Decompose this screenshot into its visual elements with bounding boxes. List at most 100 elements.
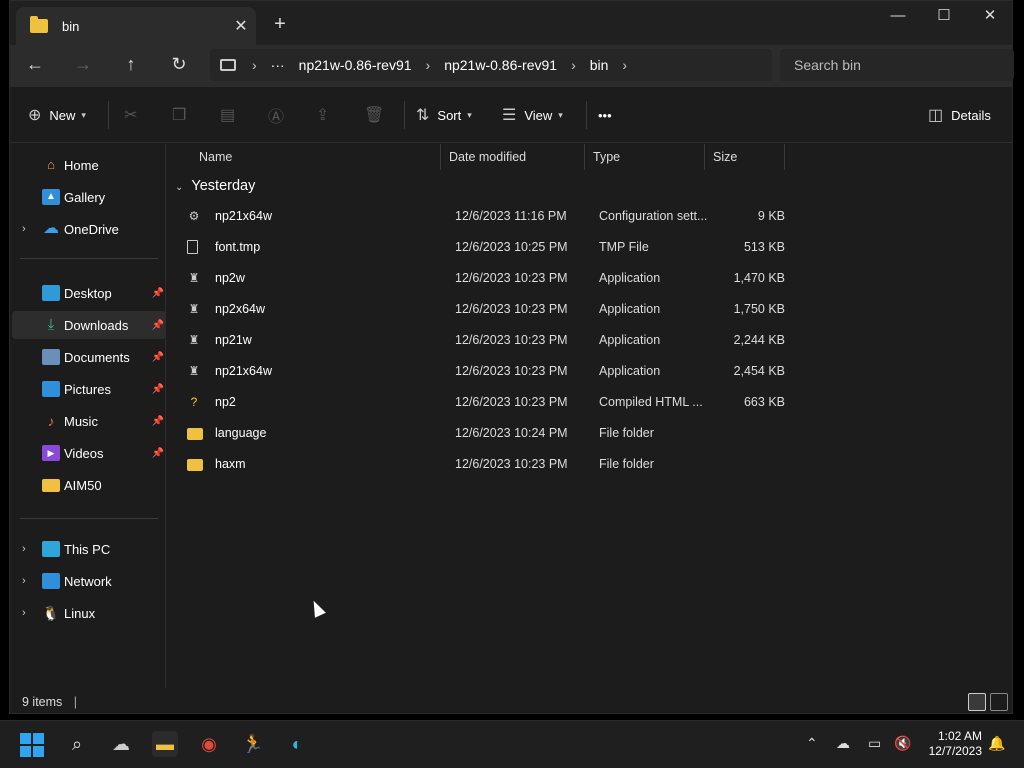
pc-icon <box>42 541 60 557</box>
details-label: Details <box>951 107 991 123</box>
status-separator: | <box>73 695 78 709</box>
pin-icon[interactable]: 📌 <box>152 352 164 363</box>
toolbar-divider <box>586 101 587 129</box>
up-button[interactable]: ↑ <box>116 53 146 77</box>
videos-icon: ▶ <box>42 445 60 461</box>
network-tray-icon[interactable]: ▭ <box>868 735 881 752</box>
widgets-icon[interactable]: ☁ <box>108 731 134 757</box>
sidebar-item-videos[interactable]: ▶ Videos 📌 <box>12 439 166 467</box>
breadcrumb-item[interactable]: np21w-0.86-rev91 <box>444 57 557 73</box>
file-row[interactable]: ♜ np21w 12/6/2023 10:23 PM Application 2… <box>179 325 789 355</box>
details-view-button[interactable] <box>968 693 986 711</box>
title-bar: bin ✕ + — ☐ ✕ <box>10 1 1012 45</box>
chevron-right-icon[interactable]: › <box>22 543 26 555</box>
column-header-date[interactable]: Date modified <box>441 144 585 170</box>
sidebar-item-aim50[interactable]: AIM50 <box>12 471 166 499</box>
clock-time: 1:02 AM <box>937 729 982 743</box>
sidebar-divider <box>20 518 158 519</box>
back-button[interactable]: ← <box>20 53 50 77</box>
network-icon <box>42 573 60 589</box>
sidebar-item-linux[interactable]: › 🐧 Linux <box>12 599 166 627</box>
copy-button[interactable]: ❐ <box>172 103 194 127</box>
close-window-button[interactable]: ✕ <box>967 5 1013 29</box>
pin-icon[interactable]: 📌 <box>152 320 164 331</box>
file-row[interactable]: ♜ np2x64w 12/6/2023 10:23 PM Application… <box>179 294 789 324</box>
breadcrumb-item[interactable]: bin <box>590 57 609 73</box>
notification-bell-icon[interactable]: 🔔 <box>988 735 1005 752</box>
pin-icon[interactable]: 📌 <box>152 448 164 459</box>
search-input[interactable]: Search bin <box>780 49 1014 81</box>
new-button[interactable]: ⊕ New ▾ <box>28 103 86 127</box>
address-bar[interactable]: › ··· np21w-0.86-rev91 › np21w-0.86-rev9… <box>210 49 772 81</box>
sidebar-item-downloads[interactable]: ⤓ Downloads 📌 <box>12 311 166 339</box>
group-header[interactable]: ⌄ Yesterday <box>175 178 255 194</box>
status-bar: 9 items | <box>10 689 1012 715</box>
tiles-view-button[interactable] <box>990 693 1008 711</box>
file-explorer-taskbar-icon[interactable]: ▬ <box>152 731 178 757</box>
onedrive-tray-icon[interactable]: ☁ <box>836 735 850 752</box>
chevron-down-icon: ▾ <box>81 109 86 120</box>
refresh-button[interactable]: ↻ <box>164 53 194 77</box>
sidebar-item-desktop[interactable]: Desktop 📌 <box>12 279 166 307</box>
file-row[interactable]: ⚙ np21x64w 12/6/2023 11:16 PM Configurat… <box>179 201 789 231</box>
breadcrumb-item[interactable]: np21w-0.86-rev91 <box>299 57 412 73</box>
file-row[interactable]: ? np2 12/6/2023 10:23 PM Compiled HTML .… <box>179 387 789 417</box>
edge-icon[interactable]: ◐ <box>284 731 310 757</box>
breadcrumb-more[interactable]: ··· <box>271 57 285 73</box>
search-icon[interactable]: ⌕ <box>64 731 90 757</box>
sidebar-item-documents[interactable]: Documents 📌 <box>12 343 166 371</box>
copy-icon: ❐ <box>172 107 187 124</box>
scissors-icon: ✂ <box>124 107 138 124</box>
details-button[interactable]: ◫ Details <box>928 103 991 127</box>
file-row[interactable]: ♜ np2w 12/6/2023 10:23 PM Application 1,… <box>179 263 789 293</box>
aim-icon[interactable]: 🏃 <box>240 731 266 757</box>
pin-icon[interactable]: 📌 <box>152 288 164 299</box>
chevron-right-icon[interactable]: › <box>22 607 26 619</box>
clock[interactable]: 1:02 AM 12/7/2023 <box>929 729 982 759</box>
app-icon: ♜ <box>188 302 200 316</box>
chrome-icon[interactable]: ◉ <box>196 731 222 757</box>
view-button[interactable]: ☰ View ▾ <box>502 103 563 127</box>
column-header-type[interactable]: Type <box>585 144 705 170</box>
minimize-button[interactable]: — <box>875 5 921 29</box>
sidebar-item-this-pc[interactable]: › This PC <box>12 535 166 563</box>
share-button[interactable]: ⇪ <box>316 103 337 127</box>
file-row[interactable]: ♜ np21x64w 12/6/2023 10:23 PM Applicatio… <box>179 356 789 386</box>
tab-bin[interactable]: bin ✕ <box>16 7 256 45</box>
folder-row[interactable]: language 12/6/2023 10:24 PM File folder <box>179 418 789 448</box>
toolbar-divider <box>108 101 109 129</box>
sort-button[interactable]: ⇅ Sort ▾ <box>416 103 472 127</box>
chevron-up-icon[interactable]: ⌃ <box>806 735 818 752</box>
sidebar-item-onedrive[interactable]: › ☁ OneDrive <box>12 215 166 243</box>
rename-button[interactable]: Ⓐ <box>268 103 292 127</box>
sidebar-item-network[interactable]: › Network <box>12 567 166 595</box>
sidebar-item-pictures[interactable]: Pictures 📌 <box>12 375 166 403</box>
chevron-right-icon[interactable]: › <box>22 575 26 587</box>
clock-date: 12/7/2023 <box>928 744 982 758</box>
tab-close-icon[interactable]: ✕ <box>226 16 256 36</box>
home-icon: ⌂ <box>47 157 55 172</box>
column-header-name[interactable]: Name <box>191 144 441 170</box>
navigation-pane: ⌂ Home ▲ Gallery › ☁ OneDrive Desktop 📌 … <box>10 144 166 688</box>
chevron-right-icon[interactable]: › <box>22 223 26 235</box>
delete-button[interactable]: 🗑 <box>364 103 392 127</box>
forward-button[interactable]: → <box>68 53 98 77</box>
cut-button[interactable]: ✂ <box>124 103 145 127</box>
column-header-size[interactable]: Size <box>705 144 785 170</box>
volume-muted-icon[interactable]: 🔇 <box>894 735 911 752</box>
folder-row[interactable]: haxm 12/6/2023 10:23 PM File folder <box>179 449 789 479</box>
sidebar-item-home[interactable]: ⌂ Home <box>12 151 166 179</box>
pin-icon[interactable]: 📌 <box>152 384 164 395</box>
music-icon: ♪ <box>47 413 55 429</box>
file-row[interactable]: font.tmp 12/6/2023 10:25 PM TMP File 513… <box>179 232 789 262</box>
paste-button[interactable]: ▤ <box>220 103 243 127</box>
new-tab-button[interactable]: + <box>268 13 292 36</box>
start-button[interactable] <box>20 733 44 757</box>
view-label: View <box>524 107 553 123</box>
maximize-button[interactable]: ☐ <box>921 5 967 29</box>
sidebar-item-gallery[interactable]: ▲ Gallery <box>12 183 166 211</box>
pin-icon[interactable]: 📌 <box>152 416 164 427</box>
sidebar-item-music[interactable]: ♪ Music 📌 <box>12 407 166 435</box>
sort-icon: ⇅ <box>416 107 430 124</box>
more-options-button[interactable]: ••• <box>598 103 612 127</box>
